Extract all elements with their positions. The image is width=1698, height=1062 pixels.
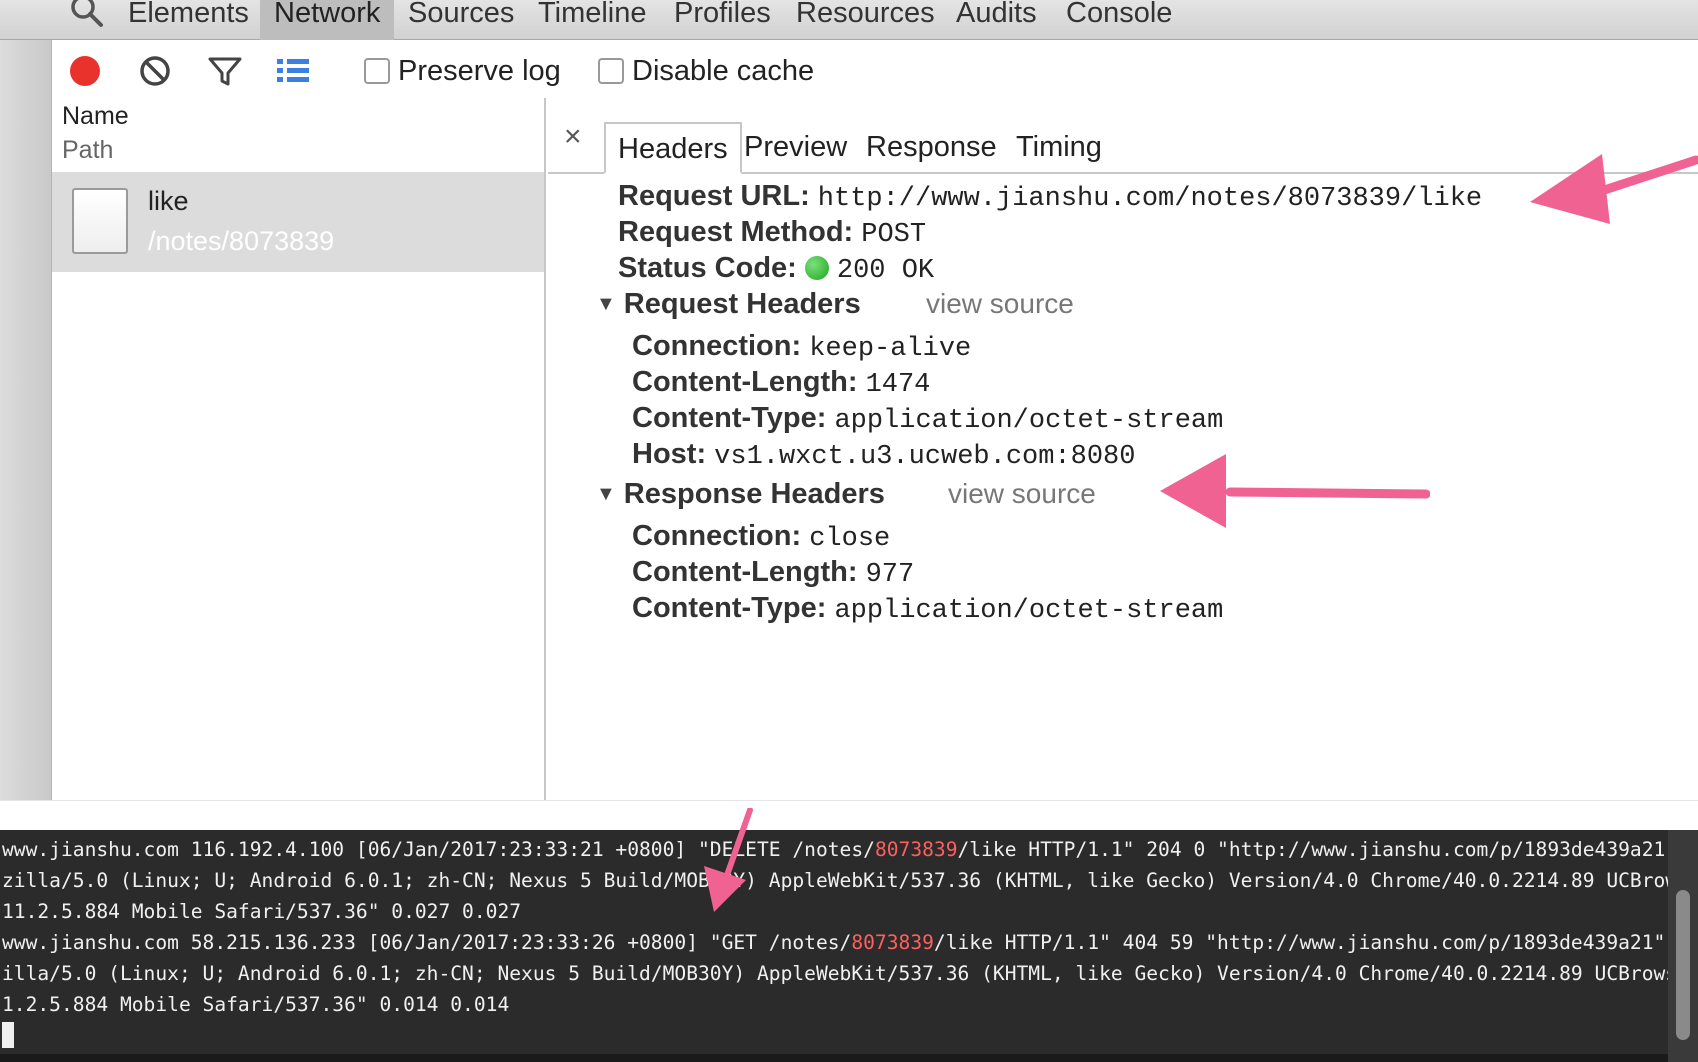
preserve-log-toggle[interactable]: Preserve log: [364, 54, 561, 88]
log-line: illa/5.0 (Linux; U; Android 6.0.1; zh-CN…: [2, 962, 1668, 985]
terminal-window: www.jianshu.com 116.192.4.100 [06/Jan/20…: [0, 808, 1698, 1062]
tab-elements[interactable]: Elements: [114, 0, 263, 40]
header-key: Status Code:: [618, 252, 797, 284]
tab-network[interactable]: Network: [260, 0, 395, 40]
header-value[interactable]: close: [809, 524, 890, 554]
header-key: Content-Type:: [632, 592, 827, 624]
log-line: 11.2.5.884 Mobile Safari/537.36" 0.027 0…: [2, 900, 522, 923]
disclosure-triangle-icon[interactable]: ▼: [596, 483, 616, 506]
header-value[interactable]: keep-alive: [809, 334, 971, 364]
file-icon: [72, 188, 128, 254]
annotation-arrow-icon: [1160, 454, 1430, 528]
header-value[interactable]: application/octet-stream: [834, 596, 1223, 626]
tab-preview[interactable]: Preview: [732, 122, 859, 174]
annotation-arrow-icon: [1530, 154, 1698, 224]
left-gutter: [0, 38, 52, 800]
log-line: 1.2.5.884 Mobile Safari/537.36" 0.014 0.…: [2, 993, 510, 1016]
column-header-path[interactable]: Path: [62, 136, 113, 165]
request-url-row: Request URL: http://www.jianshu.com/note…: [618, 180, 1482, 214]
log-line: www.jianshu.com 116.192.4.100 [06/Jan/20…: [2, 838, 1668, 861]
tab-timeline[interactable]: Timeline: [524, 0, 661, 40]
header-value[interactable]: 977: [866, 560, 915, 590]
status-code-row: Status Code: 200 OK: [618, 252, 934, 286]
header-value[interactable]: application/octet-stream: [834, 406, 1223, 436]
annotation-arrow-icon: [704, 808, 753, 912]
header-row: Content-Length: 977: [632, 556, 914, 590]
list-view-icon[interactable]: [274, 52, 312, 90]
header-key: Connection:: [632, 520, 802, 552]
header-key: Request URL:: [618, 180, 810, 212]
terminal-scrollbar[interactable]: [1668, 830, 1698, 1062]
header-value[interactable]: http://www.jianshu.com/notes/8073839/lik…: [818, 184, 1482, 214]
record-icon[interactable]: [66, 52, 104, 90]
header-row: Content-Type: application/octet-stream: [632, 402, 1223, 436]
header-value[interactable]: 1474: [866, 370, 931, 400]
header-key: Content-Type:: [632, 402, 827, 434]
disclosure-triangle-icon[interactable]: ▼: [596, 293, 616, 316]
header-key: Connection:: [632, 330, 802, 362]
request-list: Name Path like /notes/8073839: [52, 98, 546, 800]
header-value[interactable]: vs1.wxct.u3.ucweb.com:8080: [714, 442, 1135, 472]
tab-response[interactable]: Response: [854, 122, 1009, 174]
close-icon[interactable]: ×: [564, 120, 582, 154]
search-icon[interactable]: [68, 0, 108, 32]
column-header-name[interactable]: Name: [62, 102, 129, 131]
tab-sources[interactable]: Sources: [394, 0, 528, 40]
header-row: Content-Length: 1474: [632, 366, 930, 400]
disable-cache-checkbox[interactable]: [598, 58, 624, 84]
scrollbar-thumb[interactable]: [1676, 890, 1690, 1040]
status-ok-icon: [804, 256, 829, 280]
request-path: /notes/8073839: [148, 226, 335, 256]
header-row: Content-Type: application/octet-stream: [632, 592, 1223, 626]
header-key: Content-Length:: [632, 556, 858, 588]
preserve-log-checkbox[interactable]: [364, 58, 390, 84]
view-source-link[interactable]: view source: [948, 478, 1096, 510]
bottom-strip: [0, 1054, 1668, 1062]
header-key: Host:: [632, 438, 707, 470]
tab-timing[interactable]: Timing: [1004, 122, 1114, 174]
network-toolbar: Preserve log Disable cache: [52, 40, 1698, 98]
request-headers-section[interactable]: ▼ Request Headers: [596, 288, 861, 321]
header-row: Connection: close: [632, 520, 890, 554]
request-details: × Headers Preview Response Timing Reques…: [548, 98, 1698, 800]
request-method-row: Request Method: POST: [618, 216, 926, 250]
tab-profiles[interactable]: Profiles: [660, 0, 785, 40]
log-line: zilla/5.0 (Linux; U; Android 6.0.1; zh-C…: [2, 869, 1668, 892]
disable-cache-toggle[interactable]: Disable cache: [598, 54, 814, 88]
tab-audits[interactable]: Audits: [942, 0, 1051, 40]
log-line: www.jianshu.com 58.215.136.233 [06/Jan/2…: [2, 931, 1668, 954]
header-value[interactable]: POST: [861, 220, 926, 250]
header-key: Content-Length:: [632, 366, 858, 398]
tab-headers[interactable]: Headers: [604, 122, 742, 174]
tab-resources[interactable]: Resources: [782, 0, 949, 40]
devtools-window: Elements Network Sources Timeline Profil…: [0, 0, 1698, 800]
section-title: Response Headers: [623, 478, 885, 510]
header-row: Host: vs1.wxct.u3.ucweb.com:8080: [632, 438, 1135, 472]
request-row[interactable]: like /notes/8073839: [52, 172, 544, 272]
panel-tab-bar: Elements Network Sources Timeline Profil…: [0, 0, 1698, 40]
header-key: Request Method:: [618, 216, 854, 248]
terminal-output: www.jianshu.com 116.192.4.100 [06/Jan/20…: [0, 830, 1668, 1062]
preserve-log-label: Preserve log: [398, 54, 561, 87]
section-title: Request Headers: [623, 288, 861, 320]
header-value[interactable]: 200 OK: [837, 256, 934, 286]
terminal-cursor: [2, 1022, 14, 1048]
header-row: Connection: keep-alive: [632, 330, 971, 364]
response-headers-section[interactable]: ▼ Response Headers: [596, 478, 885, 511]
clear-icon[interactable]: [136, 52, 174, 90]
detail-tab-bar: × Headers Preview Response Timing: [548, 120, 1698, 174]
disable-cache-label: Disable cache: [632, 54, 815, 87]
view-source-link[interactable]: view source: [926, 288, 1074, 320]
filter-icon[interactable]: [206, 52, 244, 90]
request-name: like: [148, 186, 189, 216]
image-separator: [0, 800, 1698, 830]
tab-console[interactable]: Console: [1052, 0, 1186, 40]
